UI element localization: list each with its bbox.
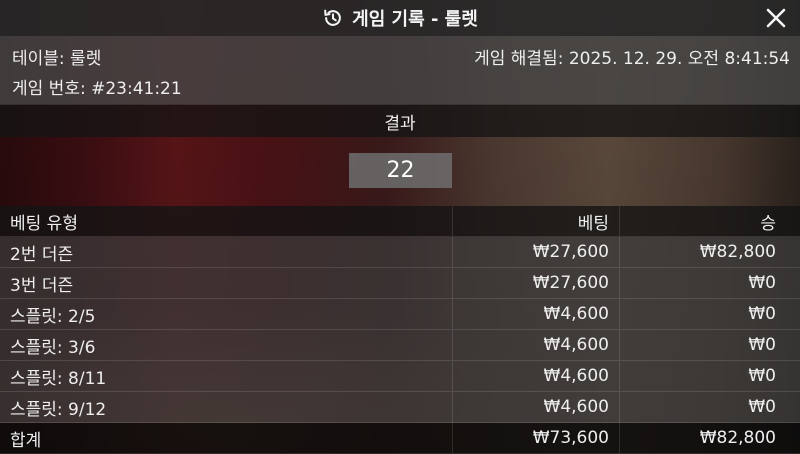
total-row: 합계 ₩73,600 ₩82,800	[0, 423, 800, 454]
result-header-label: 결과	[384, 109, 415, 134]
bet-type-cell: 스플릿: 3/6	[0, 330, 453, 361]
win-amount-cell: ₩0	[620, 361, 800, 392]
close-icon[interactable]	[764, 6, 788, 30]
history-icon	[322, 7, 344, 29]
result-area: 22	[0, 136, 800, 206]
win-amount-cell: ₩0	[620, 268, 800, 299]
column-header-bet: 베팅	[453, 206, 620, 237]
game-info-panel: 테이블: 룰렛 게임 번호: #23:41:21 게임 해결됨: 2025. 1…	[0, 36, 800, 104]
bet-type-cell: 2번 더즌	[0, 237, 453, 268]
bet-amount-cell: ₩4,600	[453, 299, 620, 330]
bet-amount-cell: ₩4,600	[453, 330, 620, 361]
bet-amount-cell: ₩27,600	[453, 268, 620, 299]
resolved-timestamp: 게임 해결됨: 2025. 12. 29. 오전 8:41:54	[474, 44, 790, 69]
win-amount-cell: ₩0	[620, 392, 800, 423]
table-name: 테이블: 룰렛	[12, 44, 101, 69]
bet-amount-cell: ₩4,600	[453, 392, 620, 423]
bet-type-cell: 스플릿: 9/12	[0, 392, 453, 423]
table-row: 2번 더즌 ₩27,600 ₩82,800	[0, 237, 800, 268]
bet-type-cell: 스플릿: 2/5	[0, 299, 453, 330]
result-number: 22	[349, 153, 452, 188]
total-label: 합계	[0, 423, 453, 454]
column-header-bet-type: 베팅 유형	[0, 206, 453, 237]
bet-type-cell: 스플릿: 8/11	[0, 361, 453, 392]
table-row: 3번 더즌 ₩27,600 ₩0	[0, 268, 800, 299]
game-number: 게임 번호: #23:41:21	[12, 74, 182, 99]
total-win: ₩82,800	[620, 423, 800, 454]
title-bar: 게임 기록 - 룰렛	[0, 0, 800, 36]
bet-amount-cell: ₩27,600	[453, 237, 620, 268]
title-group: 게임 기록 - 룰렛	[322, 5, 478, 31]
win-amount-cell: ₩0	[620, 299, 800, 330]
table-row: 스플릿: 2/5 ₩4,600 ₩0	[0, 299, 800, 330]
column-header-win: 승	[620, 206, 800, 237]
table-row: 스플릿: 8/11 ₩4,600 ₩0	[0, 361, 800, 392]
result-header: 결과	[0, 104, 800, 137]
table-row: 스플릿: 9/12 ₩4,600 ₩0	[0, 392, 800, 423]
win-amount-cell: ₩82,800	[620, 237, 800, 268]
game-history-dialog: 게임 기록 - 룰렛 테이블: 룰렛 게임 번호: #23:41:21 게임 해…	[0, 0, 800, 453]
bet-type-cell: 3번 더즌	[0, 268, 453, 299]
total-bet: ₩73,600	[453, 423, 620, 454]
bets-table: 베팅 유형 베팅 승 2번 더즌 ₩27,600 ₩82,800 3번 더즌 ₩…	[0, 206, 800, 454]
win-amount-cell: ₩0	[620, 330, 800, 361]
table-header-row: 베팅 유형 베팅 승	[0, 206, 800, 237]
dialog-title: 게임 기록 - 룰렛	[352, 5, 478, 31]
bet-amount-cell: ₩4,600	[453, 361, 620, 392]
table-row: 스플릿: 3/6 ₩4,600 ₩0	[0, 330, 800, 361]
